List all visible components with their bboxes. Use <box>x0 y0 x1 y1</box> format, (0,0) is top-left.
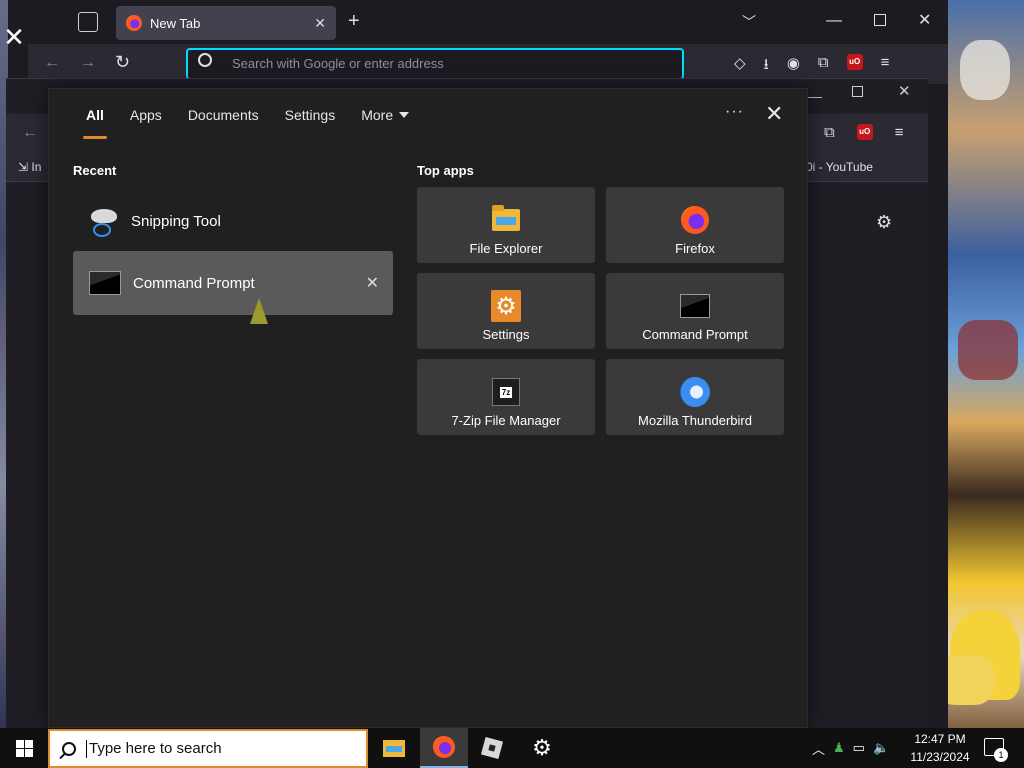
menu-icon[interactable]: ≡ <box>881 54 890 79</box>
tab-documents[interactable]: Documents <box>175 89 272 141</box>
gear-icon[interactable]: ⚙ <box>876 212 892 233</box>
command-prompt-icon <box>680 294 710 318</box>
tile-label: Mozilla Thunderbird <box>638 413 752 428</box>
window-close-icon[interactable]: ✕ <box>918 10 931 30</box>
taskbar-file-explorer[interactable] <box>370 728 418 768</box>
close-icon[interactable]: ✕ <box>0 22 28 52</box>
menu-icon[interactable]: ≡ <box>895 124 904 141</box>
ublock-icon[interactable]: uO <box>856 124 873 140</box>
remove-recent-icon[interactable]: ✕ <box>366 273 379 293</box>
recent-item-label: Snipping Tool <box>131 212 221 230</box>
system-clock[interactable]: 12:47 PM 11/23/2024 <box>904 730 976 766</box>
top-app-7zip[interactable]: 7z 7-Zip File Manager <box>417 359 595 435</box>
tab-list-icon[interactable] <box>78 12 98 32</box>
download-icon[interactable]: ⭳ <box>764 54 769 79</box>
taskbar-roblox[interactable] <box>468 728 516 768</box>
tab-title: New Tab <box>150 15 201 31</box>
windows-search-panel: All Apps Documents Settings More ··· ✕ R… <box>48 88 808 728</box>
file-explorer-icon <box>492 205 520 231</box>
notification-count-badge: 1 <box>994 748 1008 762</box>
firefox-icon <box>681 206 709 234</box>
firefox-icon <box>126 15 142 31</box>
close-icon[interactable]: ✕ <box>765 101 783 127</box>
tile-label: Settings <box>482 327 530 342</box>
gear-icon: ⚙ <box>532 735 552 760</box>
firefox-toolbar: ⧉ uO ≡ <box>824 124 903 141</box>
top-app-thunderbird[interactable]: Mozilla Thunderbird <box>606 359 784 435</box>
network-icon[interactable]: ▭ <box>853 740 865 756</box>
snipping-tool-icon <box>89 207 119 237</box>
file-explorer-icon <box>383 739 405 757</box>
bookmark-label: In <box>31 160 42 174</box>
maximize-icon[interactable] <box>874 14 886 26</box>
chevron-down-icon <box>399 112 410 118</box>
chevron-down-icon[interactable]: ﹀ <box>742 12 756 32</box>
tile-label: File Explorer <box>469 241 543 256</box>
tile-label: Firefox <box>675 241 715 256</box>
maximize-icon[interactable] <box>852 86 863 97</box>
minimize-icon[interactable]: — <box>808 88 822 104</box>
pocket-icon[interactable]: ◇ <box>734 54 746 79</box>
firefox-tab-new-tab[interactable]: New Tab ✕ <box>116 6 336 40</box>
mouse-cursor-icon <box>250 298 268 324</box>
bookmark-item[interactable]: ⇲ In <box>18 160 41 174</box>
back-arrow-icon[interactable]: ← <box>44 54 60 72</box>
extensions-icon[interactable]: ⧉ <box>818 54 829 79</box>
recent-heading: Recent <box>73 163 117 178</box>
window-close-icon[interactable]: ✕ <box>898 82 911 100</box>
minimize-icon[interactable]: — <box>826 12 842 30</box>
start-button[interactable] <box>0 728 48 768</box>
ublock-icon[interactable]: uO <box>846 54 863 70</box>
windows-logo-icon <box>15 739 33 757</box>
tile-label: 7-Zip File Manager <box>451 413 561 428</box>
recent-item-label: Command Prompt <box>133 274 255 292</box>
text-caret <box>86 739 87 758</box>
top-app-firefox[interactable]: Firefox <box>606 187 784 263</box>
tab-more-label: More <box>361 107 394 123</box>
tab-all[interactable]: All <box>73 89 117 141</box>
top-app-settings[interactable]: ⚙ Settings <box>417 273 595 349</box>
tab-more[interactable]: More <box>348 89 422 141</box>
thunderbird-icon <box>680 377 710 407</box>
reload-icon[interactable]: ↻ <box>115 52 130 73</box>
tab-settings[interactable]: Settings <box>272 89 349 141</box>
wallpaper-decoration <box>958 320 1018 380</box>
recent-item-command-prompt[interactable]: Command Prompt ✕ <box>73 251 393 315</box>
search-placeholder: Type here to search <box>89 740 222 757</box>
search-filter-tabs: All Apps Documents Settings More <box>49 89 809 141</box>
tab-apps[interactable]: Apps <box>117 89 175 141</box>
volume-icon[interactable]: 🔈 <box>873 740 889 756</box>
search-icon <box>198 53 212 67</box>
roblox-icon <box>480 736 504 760</box>
top-apps-heading: Top apps <box>417 163 474 178</box>
tab-close-icon[interactable]: ✕ <box>314 15 326 32</box>
tile-label: Command Prompt <box>642 327 748 342</box>
bookmark-youtube[interactable]: 0i - YouTube <box>806 160 873 174</box>
account-icon[interactable]: ◉ <box>787 54 800 79</box>
new-tab-icon[interactable]: + <box>348 10 360 33</box>
extensions-icon[interactable]: ⧉ <box>824 124 835 141</box>
command-prompt-icon <box>89 271 121 295</box>
clock-date: 11/23/2024 <box>910 750 970 764</box>
search-icon <box>62 741 76 756</box>
url-input[interactable]: Search with Google or enter address <box>186 48 684 80</box>
firefox-icon <box>433 736 455 758</box>
more-options-icon[interactable]: ··· <box>725 103 744 121</box>
back-arrow-icon[interactable]: ← <box>22 124 38 142</box>
wallpaper-decoration <box>960 40 1010 100</box>
taskbar-firefox[interactable] <box>420 728 468 768</box>
clock-time: 12:47 PM <box>914 732 966 746</box>
taskbar-search-input[interactable]: Type here to search <box>48 729 368 768</box>
firefox-toolbar: ◇ ⭳ ◉ ⧉ uO ≡ <box>734 54 889 79</box>
chevron-up-icon[interactable]: ︿ <box>812 739 825 758</box>
forward-arrow-icon[interactable]: → <box>80 54 96 72</box>
settings-icon: ⚙ <box>491 290 521 322</box>
system-tray: ︿ ♟ ▭ 🔈 <box>812 728 889 768</box>
top-app-file-explorer[interactable]: File Explorer <box>417 187 595 263</box>
7zip-icon: 7z <box>492 378 520 406</box>
taskbar-settings[interactable]: ⚙ <box>518 728 566 768</box>
top-app-command-prompt[interactable]: Command Prompt <box>606 273 784 349</box>
people-icon[interactable]: ♟ <box>833 740 845 756</box>
recent-item-snipping-tool[interactable]: Snipping Tool <box>73 189 393 253</box>
